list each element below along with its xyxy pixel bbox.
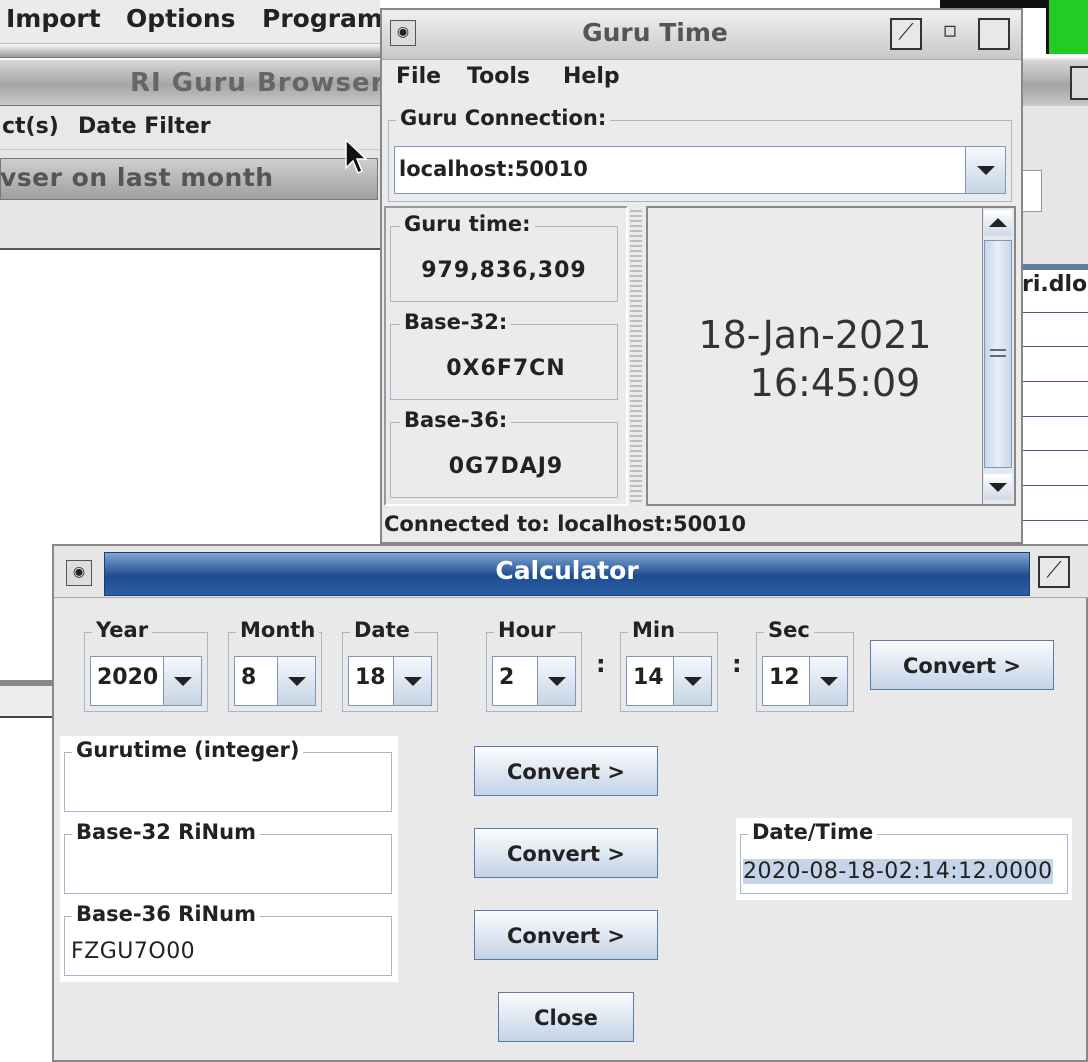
- menu-import[interactable]: Import: [6, 4, 101, 33]
- clock-time: 16:45:09: [749, 361, 921, 405]
- time-separator: :: [732, 650, 742, 678]
- month-select[interactable]: 8: [234, 656, 316, 706]
- hour-value: 2: [499, 665, 515, 690]
- month-value: 8: [241, 665, 257, 690]
- maximize-icon[interactable]: [1070, 66, 1088, 100]
- guru-time-label: Guru time:: [400, 212, 535, 236]
- table-row: [1022, 416, 1088, 417]
- chevron-down-icon[interactable]: [673, 657, 711, 705]
- chevron-down-icon[interactable]: [965, 147, 1005, 193]
- base36-value: FZGU7O00: [71, 939, 196, 964]
- convert-gurutime-button[interactable]: Convert >: [474, 746, 658, 796]
- datetime-value: 2020-08-18-02:14:12.0000: [743, 859, 1053, 884]
- base36-label: Base-36:: [400, 408, 512, 432]
- scroll-up-icon[interactable]: [984, 210, 1012, 236]
- base36-value: 0G7DAJ9: [448, 454, 564, 479]
- year-label: Year: [92, 618, 153, 642]
- minimize-icon[interactable]: ▫: [934, 18, 966, 50]
- base36-rinum-label: Base-36 RiNum: [72, 902, 260, 926]
- filter-text: vser on last month: [0, 163, 274, 192]
- window-menu-icon[interactable]: ◉: [66, 560, 92, 586]
- scroll-thumb[interactable]: [984, 240, 1012, 468]
- maximize-icon[interactable]: ⟋: [1038, 556, 1070, 588]
- min-select[interactable]: 14: [626, 656, 712, 706]
- window-menu-icon[interactable]: ◉: [390, 20, 416, 46]
- chevron-down-icon[interactable]: [809, 657, 847, 705]
- clock-date: 18-Jan-2021: [698, 313, 932, 357]
- guru-time-title: Guru Time: [582, 18, 728, 47]
- month-label: Month: [236, 618, 320, 642]
- menu-help[interactable]: Help: [563, 64, 620, 89]
- table-row: [1022, 381, 1088, 382]
- sec-select[interactable]: 12: [762, 656, 848, 706]
- background-field: [1022, 170, 1042, 212]
- year-select[interactable]: 2020: [90, 656, 202, 706]
- toolbar-strip: [0, 44, 380, 58]
- sec-value: 12: [769, 665, 800, 690]
- calculator-title: Calculator: [495, 556, 639, 585]
- close-window-icon[interactable]: [978, 18, 1010, 50]
- menu-tools[interactable]: Tools: [467, 64, 530, 89]
- status-indicator: [1046, 0, 1088, 54]
- table-row: [1022, 346, 1088, 347]
- date-value: 18: [355, 665, 386, 690]
- date-label: Date: [350, 618, 414, 642]
- min-value: 14: [633, 665, 664, 690]
- base32-value: 0X6F7CN: [446, 356, 566, 381]
- hour-select[interactable]: 2: [492, 656, 576, 706]
- base32-label: Base-32:: [400, 310, 512, 334]
- table-row: [1022, 485, 1088, 486]
- date-select[interactable]: 18: [348, 656, 432, 706]
- table-row: [1022, 312, 1088, 313]
- convert-base32-button[interactable]: Convert >: [474, 828, 658, 878]
- min-label: Min: [628, 618, 680, 642]
- datetime-label: Date/Time: [748, 820, 878, 844]
- table-header: ri.dlo: [1022, 272, 1088, 297]
- year-value: 2020: [97, 665, 159, 690]
- gurutime-label: Gurutime (integer): [72, 738, 304, 762]
- splitter-handle[interactable]: [630, 210, 642, 504]
- convert-base36-button[interactable]: Convert >: [474, 910, 658, 960]
- menu-date-filter[interactable]: Date Filter: [78, 114, 211, 139]
- guru-time-value: 979,836,309: [421, 258, 587, 283]
- menu-program[interactable]: Program: [262, 4, 383, 33]
- close-button[interactable]: Close: [498, 992, 634, 1042]
- chevron-down-icon[interactable]: [277, 657, 315, 705]
- table-row: [1022, 520, 1088, 521]
- menu-options[interactable]: Options: [126, 4, 236, 33]
- base32-rinum-label: Base-32 RiNum: [72, 820, 260, 844]
- chevron-down-icon[interactable]: [393, 657, 431, 705]
- connection-value: localhost:50010: [399, 157, 588, 181]
- menu-products[interactable]: ct(s): [2, 114, 59, 139]
- hour-label: Hour: [494, 618, 560, 642]
- maximize-icon[interactable]: ⟋: [890, 18, 922, 50]
- chevron-down-icon[interactable]: [537, 657, 575, 705]
- desktop-edge: [940, 0, 1046, 8]
- connection-status: Connected to: localhost:50010: [384, 512, 747, 536]
- time-separator: :: [596, 650, 606, 678]
- menu-file[interactable]: File: [396, 64, 441, 89]
- connection-label: Guru Connection:: [396, 106, 611, 130]
- mouse-cursor-icon: [345, 138, 368, 175]
- sec-label: Sec: [764, 618, 814, 642]
- connection-combo[interactable]: localhost:50010: [394, 146, 1006, 194]
- convert-datetime-button[interactable]: Convert >: [870, 640, 1054, 690]
- scroll-down-icon[interactable]: [984, 474, 1012, 500]
- table-row: [1022, 450, 1088, 451]
- browser-separator: [0, 680, 60, 718]
- chevron-down-icon[interactable]: [163, 657, 201, 705]
